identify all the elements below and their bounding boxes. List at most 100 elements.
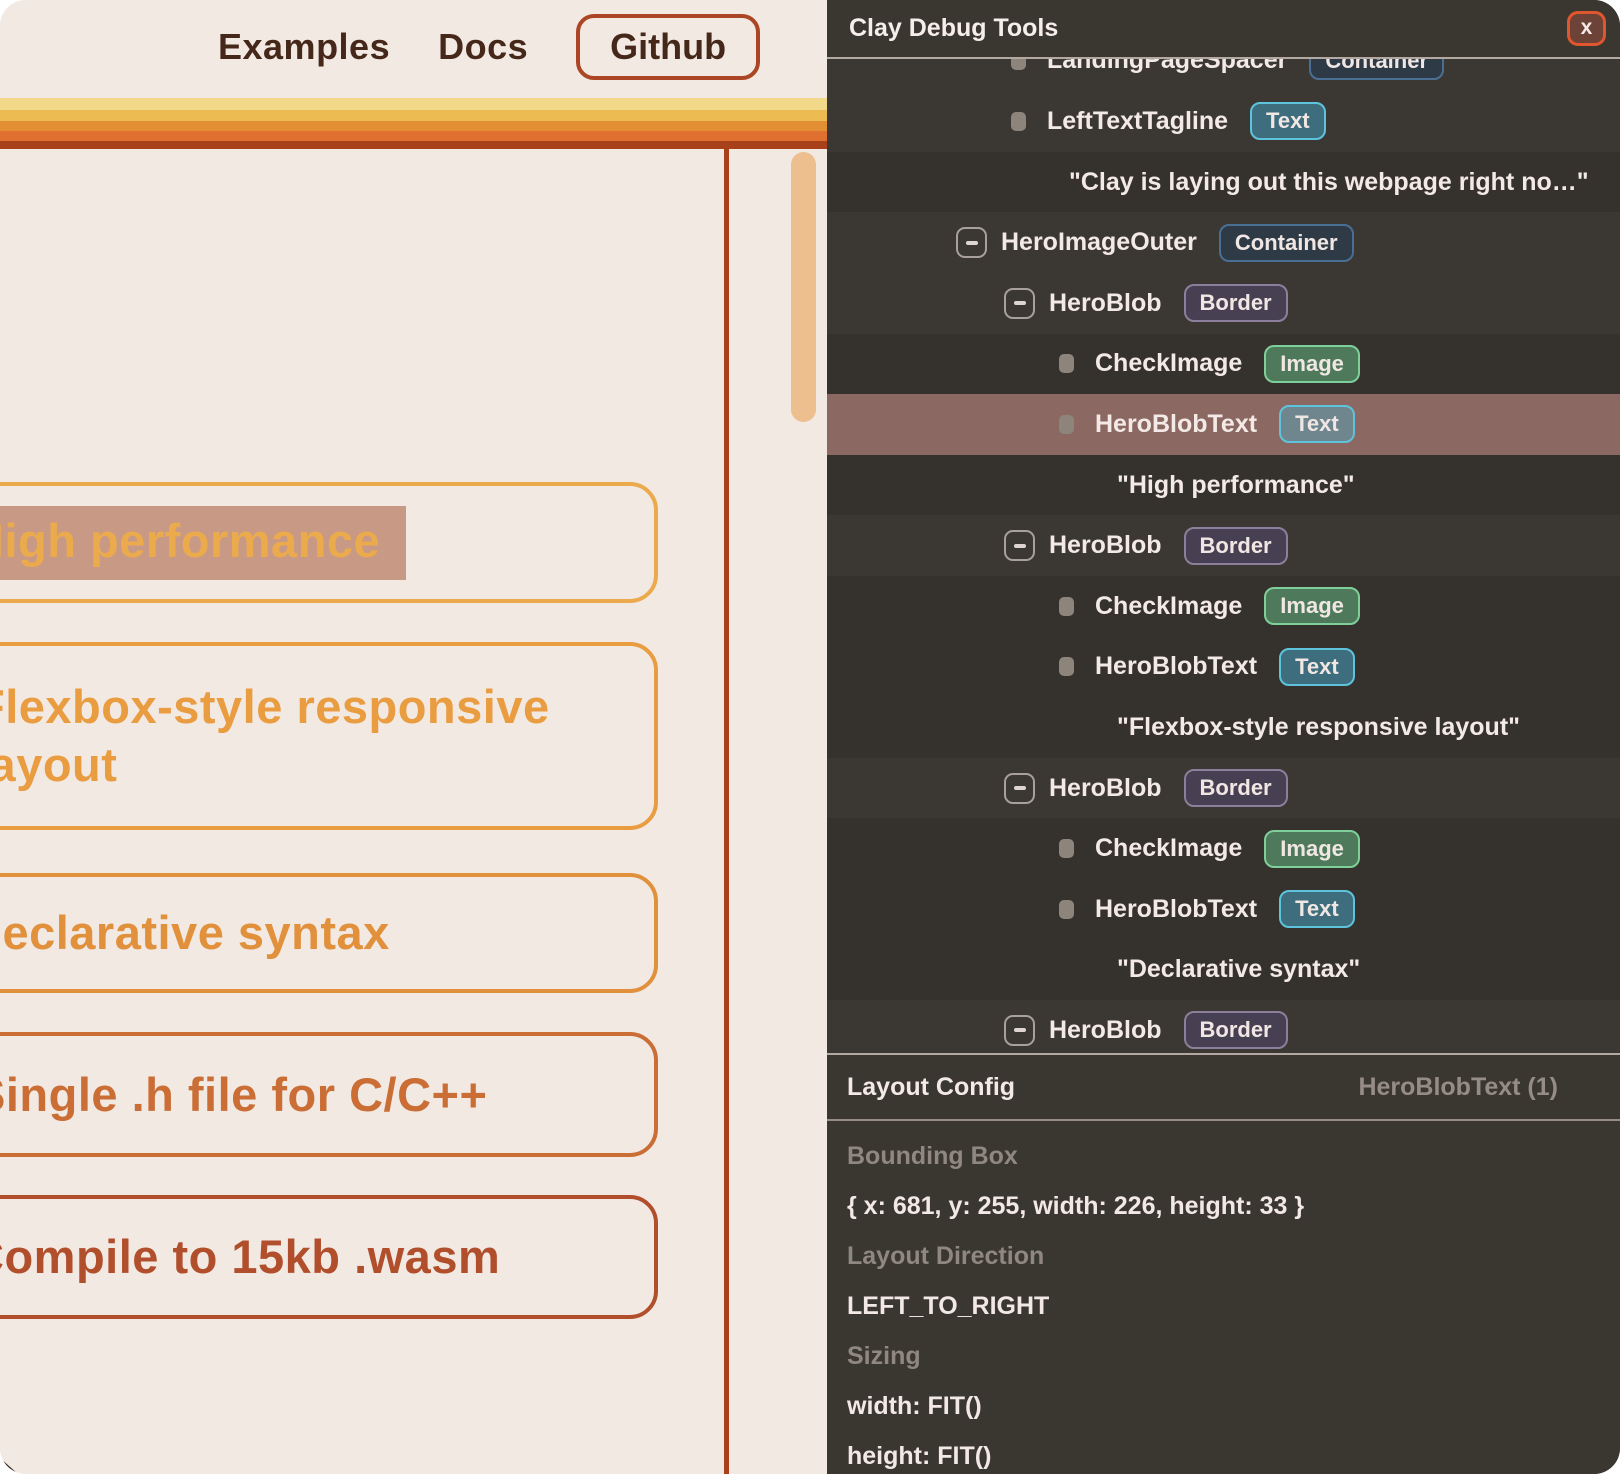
element-type-badge: Text [1279, 405, 1355, 443]
config-value: { x: 681, y: 255, width: 226, height: 33… [847, 1181, 1600, 1231]
rainbow-stripe [0, 98, 827, 149]
top-nav: Examples Docs Github [218, 12, 760, 82]
tree-row-HeroImageOuter[interactable]: HeroImageOuter Container [827, 212, 1620, 273]
feature-box: Declarative syntax [0, 873, 658, 993]
element-type-badge: Image [1264, 830, 1360, 868]
github-button[interactable]: Github [576, 14, 760, 80]
close-icon[interactable]: x [1567, 11, 1606, 46]
collapse-button[interactable] [1004, 288, 1035, 319]
tree-row-HeroBlob[interactable]: HeroBlob Border [827, 758, 1620, 819]
stripe-band [0, 98, 827, 110]
element-type-badge: Image [1264, 345, 1360, 383]
tree-text-content-row[interactable]: "Flexbox-style responsive layout" [827, 697, 1620, 758]
collapse-button[interactable] [1004, 530, 1035, 561]
corner-glyph [0, 1458, 18, 1474]
feature-box-label: Declarative syntax [0, 904, 390, 962]
clay-debug-panel: LandingPageSpacerContainerLeftTextTaglin… [827, 0, 1620, 1474]
element-type-badge: Border [1184, 284, 1288, 322]
tree-row-HeroBlob[interactable]: HeroBlob Border [827, 1000, 1620, 1053]
element-name: HeroBlob [1049, 289, 1162, 318]
element-icon [1059, 839, 1074, 858]
tree-row-HeroBlobText[interactable]: HeroBlobText Text [827, 637, 1620, 698]
element-type-badge: Container [1219, 224, 1354, 262]
minus-icon [1014, 301, 1026, 305]
element-name: HeroBlobText [1095, 895, 1257, 924]
tree-text-content-row[interactable]: "Declarative syntax" [827, 940, 1620, 1001]
config-value: width: FIT() [847, 1381, 1600, 1431]
feature-box: High performance [0, 482, 658, 603]
element-type-badge: Text [1250, 102, 1326, 140]
text-content: "Declarative syntax" [1117, 955, 1360, 984]
element-name: CheckImage [1095, 834, 1242, 863]
element-name: HeroImageOuter [1001, 228, 1197, 257]
selected-element-label: HeroBlobText (1) [1358, 1073, 1558, 1102]
element-type-badge: Image [1264, 587, 1360, 625]
element-name: CheckImage [1095, 349, 1242, 378]
debug-panel-title: Clay Debug Tools [849, 14, 1567, 43]
feature-box-label: Single .h file for C/C++ [0, 1066, 487, 1124]
nav-examples[interactable]: Examples [218, 26, 390, 68]
tree-row-CheckImage[interactable]: CheckImage Image [827, 576, 1620, 637]
layout-config-title: Layout Config [847, 1073, 1358, 1102]
tree-text-content-row[interactable]: "Clay is laying out this webpage right n… [827, 152, 1620, 213]
app-window: Examples Docs Github High performance Fle… [0, 0, 1620, 1474]
feature-box-label: High performance [0, 506, 406, 580]
feature-box-label: Compile to 15kb .wasm [0, 1228, 500, 1286]
minus-icon [966, 241, 978, 245]
collapse-button[interactable] [1004, 773, 1035, 804]
element-type-badge: Text [1279, 890, 1355, 928]
element-name: HeroBlobText [1095, 652, 1257, 681]
minus-icon [1014, 786, 1026, 790]
element-name: LeftTextTagline [1047, 107, 1228, 136]
element-name: HeroBlobText [1095, 410, 1257, 439]
vertical-divider [724, 141, 729, 1474]
tree-row-HeroBlob[interactable]: HeroBlob Border [827, 273, 1620, 334]
element-type-badge: Border [1184, 527, 1288, 565]
element-icon [1059, 354, 1074, 373]
feature-box: Single .h file for C/C++ [0, 1032, 658, 1157]
page-scrollbar-thumb[interactable] [791, 152, 816, 422]
feature-box-label: Flexbox-style responsive layout [0, 678, 596, 794]
element-name: HeroBlob [1049, 774, 1162, 803]
config-label: Sizing [847, 1331, 1600, 1381]
element-name: HeroBlob [1049, 1016, 1162, 1045]
stripe-band [0, 141, 827, 149]
minus-icon [1014, 544, 1026, 548]
config-value: height: FIT() [847, 1431, 1600, 1474]
element-type-badge: Text [1279, 648, 1355, 686]
config-value: LEFT_TO_RIGHT [847, 1281, 1600, 1331]
feature-box: Compile to 15kb .wasm [0, 1195, 658, 1319]
element-icon [1059, 415, 1074, 434]
tree-row-HeroBlobText[interactable]: HeroBlobText Text [827, 879, 1620, 940]
config-label: Bounding Box [847, 1131, 1600, 1181]
tree-row-CheckImage[interactable]: CheckImage Image [827, 818, 1620, 879]
tree-row-CheckImage[interactable]: CheckImage Image [827, 334, 1620, 395]
element-icon [1059, 597, 1074, 616]
tree-row-HeroBlob[interactable]: HeroBlobBorder [827, 515, 1620, 576]
stripe-band [0, 121, 827, 131]
tree-row-HeroBlobText[interactable]: HeroBlobText Text [827, 394, 1620, 455]
collapse-button[interactable] [1004, 1015, 1035, 1046]
element-type-badge: Border [1184, 769, 1288, 807]
text-content: "High performance" [1117, 471, 1355, 500]
debug-panel-header: Clay Debug Tools x [827, 0, 1620, 59]
text-content: "Flexbox-style responsive layout" [1117, 713, 1520, 742]
element-icon [1059, 657, 1074, 676]
element-type-badge: Border [1184, 1011, 1288, 1049]
element-icon [1059, 900, 1074, 919]
stripe-band [0, 110, 827, 121]
minus-icon [1014, 1028, 1026, 1032]
config-label: Layout Direction [847, 1231, 1600, 1281]
element-icon [1011, 112, 1026, 131]
layout-config-body: Bounding Box{ x: 681, y: 255, width: 226… [827, 1121, 1620, 1474]
tree-text-content-row[interactable]: "High performance" [827, 455, 1620, 516]
collapse-button[interactable] [956, 227, 987, 258]
text-content: "Clay is laying out this webpage right n… [1069, 168, 1589, 197]
page-content: Examples Docs Github High performance Fle… [0, 0, 827, 1474]
element-tree: LandingPageSpacerContainerLeftTextTaglin… [827, 0, 1620, 1053]
nav-docs[interactable]: Docs [438, 26, 528, 68]
layout-config-bar: Layout Config HeroBlobText (1) [827, 1053, 1620, 1121]
tree-row-LeftTextTagline[interactable]: LeftTextTagline Text [827, 91, 1620, 152]
stripe-band [0, 131, 827, 141]
element-name: CheckImage [1095, 592, 1242, 621]
